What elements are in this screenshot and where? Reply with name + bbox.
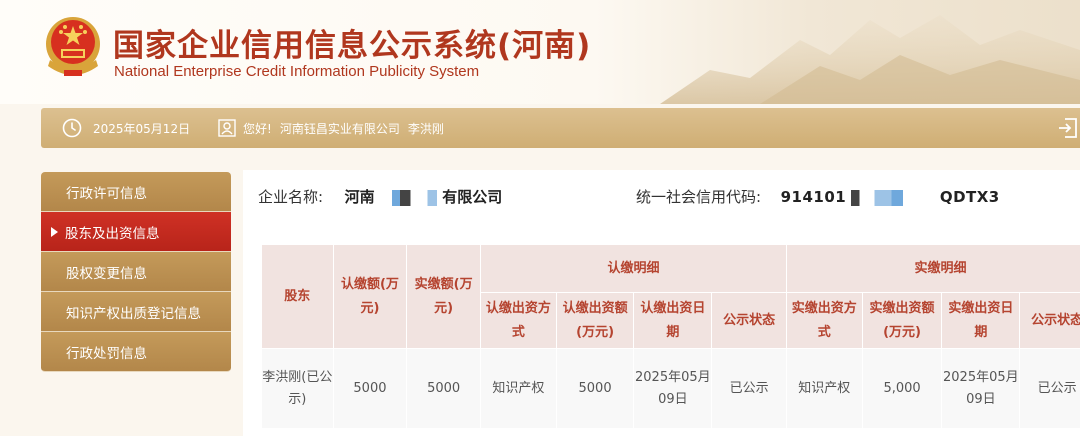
- national-emblem-logo: [46, 17, 100, 76]
- sidebar-menu: 行政许可信息 股东及出资信息 股权变更信息 知识产权出质登记信息 行政处罚信息: [41, 172, 231, 372]
- cell-shareholder[interactable]: 李洪刚(已公示): [261, 348, 334, 429]
- logged-in-user: 李洪刚: [407, 121, 444, 136]
- user-icon: [218, 119, 236, 137]
- sidebar-item-equity-change[interactable]: 股权变更信息: [41, 252, 231, 292]
- credit-code-prefix: 914101: [780, 188, 847, 206]
- credit-code-label: 统一社会信用代码:: [636, 188, 762, 206]
- cell-paid-status: 已公示: [1019, 348, 1080, 429]
- cell-paid-method: 知识产权: [785, 348, 863, 429]
- cell-subscribed-status: 已公示: [711, 348, 787, 429]
- redaction-mask: [379, 189, 438, 206]
- col-header-paid-contribution: 实缴出资额(万元): [861, 292, 943, 349]
- active-arrow-icon: [51, 226, 58, 237]
- col-header-paid-method: 实缴出资方式: [785, 292, 863, 349]
- cell-paid-contribution: 5,000: [861, 348, 943, 429]
- sidebar-item-ip-pledge[interactable]: 知识产权出质登记信息: [41, 292, 231, 332]
- col-header-paid-detail: 实缴明细: [785, 244, 1080, 293]
- user-greeting: 您好! 河南钰昌实业有限公司 李洪刚: [217, 108, 444, 148]
- sidebar-item-admin-license[interactable]: 行政许可信息: [41, 172, 231, 212]
- col-header-shareholder: 股东: [261, 244, 334, 349]
- logged-in-company: 河南钰昌实业有限公司: [279, 121, 400, 136]
- cell-paid-amount: 5000: [406, 348, 481, 429]
- date-display: 2025年05月12日: [62, 108, 190, 148]
- col-header-paid-status: 公示状态: [1019, 292, 1080, 349]
- company-name-label: 企业名称:: [258, 188, 324, 206]
- cell-subscribed-date: 2025年05月09日: [633, 348, 713, 429]
- company-name-prefix: 河南: [344, 188, 375, 206]
- col-header-subscribed-status: 公示状态: [711, 292, 787, 349]
- site-header: 国家企业信用信息公示系统(河南) National Enterprise Cre…: [0, 0, 1080, 104]
- site-title-english: National Enterprise Credit Information P…: [114, 63, 480, 80]
- sidebar-item-label: 知识产权出质登记信息: [66, 305, 201, 322]
- col-header-paid-amount: 实缴额(万元): [406, 244, 481, 349]
- logout-icon[interactable]: [1056, 116, 1080, 140]
- company-name-suffix: 有限公司: [442, 188, 503, 206]
- shareholder-table: 股东 认缴额(万元) 实缴额(万元) 认缴明细 实缴明细 认缴出资方式 认缴出资…: [261, 244, 1080, 429]
- main-content: 企业名称: 河南 有限公司 统一社会信用代码: 914101 QDTX3 股东 …: [243, 170, 1080, 436]
- credit-code-row: 统一社会信用代码: 914101 QDTX3: [636, 186, 1000, 207]
- current-date: 2025年05月12日: [93, 121, 191, 136]
- table-row: 李洪刚(已公示) 5000 5000 知识产权 5000 2025年05月09日…: [261, 348, 1080, 429]
- sidebar-item-admin-penalty[interactable]: 行政处罚信息: [41, 332, 231, 372]
- sidebar-item-shareholder-contribution[interactable]: 股东及出资信息: [41, 212, 231, 252]
- col-header-paid-date: 实缴出资日期: [941, 292, 1021, 349]
- cell-subscribed-contribution: 5000: [555, 348, 635, 429]
- info-bar: 2025年05月12日 您好! 河南钰昌实业有限公司 李洪刚: [41, 108, 1080, 148]
- sidebar-item-label: 股东及出资信息: [65, 225, 160, 242]
- col-header-subscribed-contribution: 认缴出资额(万元): [555, 292, 635, 349]
- col-header-subscribed-date: 认缴出资日期: [633, 292, 713, 349]
- cell-paid-date: 2025年05月09日: [941, 348, 1021, 429]
- site-title-chinese: 国家企业信用信息公示系统(河南): [113, 28, 592, 64]
- col-header-subscribed-method: 认缴出资方式: [479, 292, 557, 349]
- sidebar-item-label: 行政处罚信息: [66, 345, 147, 362]
- cell-subscribed-amount: 5000: [332, 348, 408, 429]
- sidebar-item-label: 股权变更信息: [66, 265, 147, 282]
- sidebar-item-label: 行政许可信息: [66, 185, 147, 202]
- col-header-subscribed-amount: 认缴额(万元): [332, 244, 408, 349]
- company-name-row: 企业名称: 河南 有限公司: [258, 186, 502, 207]
- mountain-background-graphic: [660, 15, 1080, 104]
- credit-code-suffix: QDTX3: [939, 188, 1000, 206]
- redaction-mask: [851, 189, 936, 206]
- cell-subscribed-method: 知识产权: [479, 348, 557, 429]
- clock-icon: [62, 118, 82, 138]
- greeting-text: 您好!: [243, 121, 272, 136]
- col-header-subscribed-detail: 认缴明细: [479, 244, 787, 293]
